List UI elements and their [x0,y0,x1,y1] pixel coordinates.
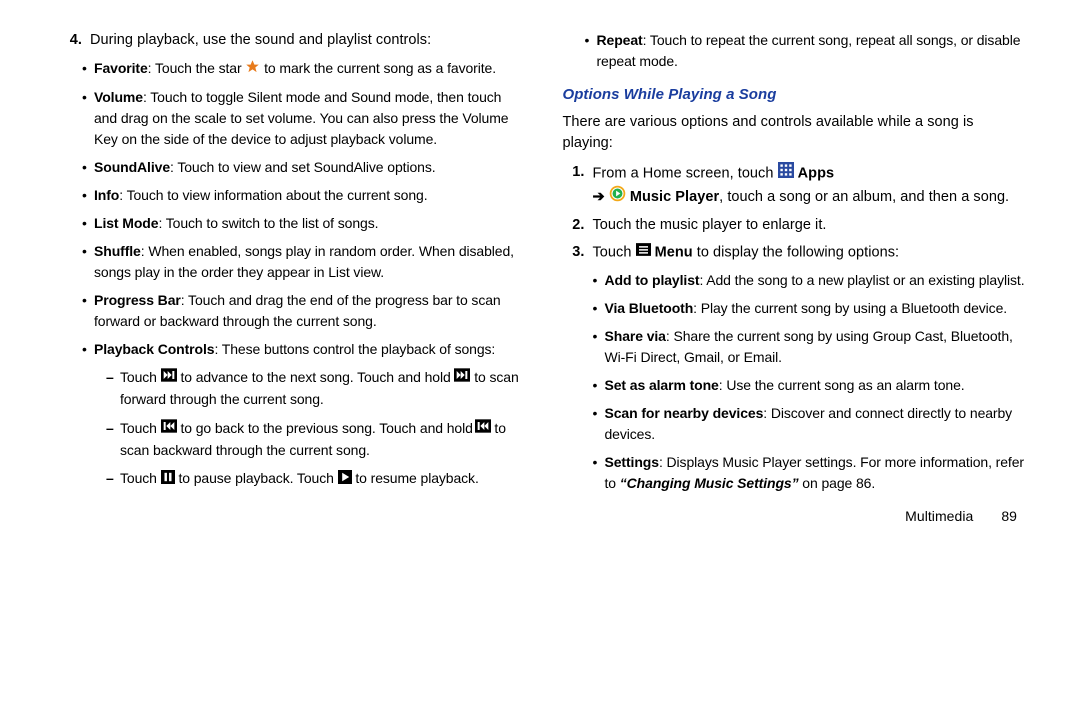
d1-t2: to advance to the next song. Touch and h… [177,369,455,385]
info-label: Info [94,187,119,203]
progress-label: Progress Bar [94,292,181,308]
step-1: 1. From a Home screen, touch Apps ➔ Musi… [563,162,1026,209]
step-2: 2. Touch the music player to enlarge it. [563,215,1026,236]
apps-icon [778,162,794,185]
shuffle-text: : When enabled, songs play in random ord… [94,243,514,280]
b4-label: Set as alarm tone [605,377,719,393]
dash-next: – Touch to advance to the next song. Tou… [106,367,523,411]
d1-t1: Touch [120,369,161,385]
star-icon [245,59,260,80]
dash-prev: – Touch to go back to the previous song.… [106,418,523,462]
next-icon [161,367,177,389]
bullet-add-to-playlist: •Add to playlist: Add the song to a new … [593,270,1026,291]
step-4: 4. During playback, use the sound and pl… [60,30,523,51]
b6-label: Settings [605,454,659,470]
prev-icon [161,418,177,440]
step-4-text: During playback, use the sound and playl… [90,30,431,51]
left-column: 4. During playback, use the sound and pl… [60,30,523,526]
step-number-2: 2. [563,215,585,236]
menu-icon [636,242,651,263]
dash-pause: – Touch to pause playback. Touch to resu… [106,468,523,490]
menu-label: Menu [655,244,693,260]
step-number: 4. [60,30,82,51]
arrow-icon: ➔ [593,189,605,205]
favorite-t1: : Touch the star [148,60,246,76]
b3-text: : Share the current song by using Group … [605,328,1013,365]
listmode-label: List Mode [94,215,158,231]
d2-t1: Touch [120,420,161,436]
b6-ref: “Changing Music Settings” [620,475,799,491]
n1-t1: From a Home screen, touch [593,165,778,181]
bullet-playback: • Playback Controls: These buttons contr… [82,339,523,491]
b2-text: : Play the current song by using a Bluet… [693,300,1007,316]
prev-icon-2 [475,418,491,440]
d2-t2: to go back to the previous song. Touch a… [177,420,477,436]
footer-page: 89 [1001,508,1017,524]
bullet-listmode: • List Mode: Touch to switch to the list… [82,213,523,234]
bullet-favorite: • Favorite: Touch the star to mark the c… [82,58,523,80]
shuffle-label: Shuffle [94,243,141,259]
music-player-icon [609,185,626,209]
b1-label: Add to playlist [605,272,700,288]
b6-t2: on page 86. [799,475,876,491]
favorite-t2: to mark the current song as a favorite. [260,60,496,76]
next-icon-2 [454,367,470,389]
step-3: 3. Touch Menu to display the following o… [563,242,1026,263]
volume-label: Volume [94,89,143,105]
step-number-1: 1. [563,162,585,209]
footer-section: Multimedia [905,508,973,524]
info-text: : Touch to view information about the cu… [119,187,427,203]
music-player-label: Music Player [630,189,719,205]
right-column: • Repeat: Touch to repeat the current so… [563,30,1026,526]
b4-text: : Use the current song as an alarm tone. [719,377,965,393]
bullet-set-alarm: •Set as alarm tone: Use the current song… [593,375,1026,396]
playback-text: : These buttons control the playback of … [214,341,495,357]
n3-t2: to display the following options: [693,244,899,260]
bullet-scan-nearby: •Scan for nearby devices: Discover and c… [593,403,1026,445]
intro-text: There are various options and controls a… [563,112,1026,154]
bullet-share-via: •Share via: Share the current song by us… [593,326,1026,368]
bullet-info: • Info: Touch to view information about … [82,185,523,206]
n3-t1: Touch [593,244,636,260]
d3-t3: to resume playback. [352,470,479,486]
pause-icon [161,469,175,491]
soundalive-text: : Touch to view and set SoundAlive optio… [170,159,436,175]
section-heading: Options While Playing a Song [563,84,1026,106]
b1-text: : Add the song to a new playlist or an e… [699,272,1024,288]
d3-t1: Touch [120,470,161,486]
bullet-volume: • Volume: Touch to toggle Silent mode an… [82,87,523,150]
n2-text: Touch the music player to enlarge it. [593,215,827,236]
play-icon [338,469,352,491]
soundalive-label: SoundAlive [94,159,170,175]
page-footer: Multimedia 89 [563,506,1026,526]
bullet-soundalive: • SoundAlive: Touch to view and set Soun… [82,157,523,178]
bullet-shuffle: • Shuffle: When enabled, songs play in r… [82,241,523,283]
favorite-label: Favorite [94,60,148,76]
b5-label: Scan for nearby devices [605,405,764,421]
d3-t2: to pause playback. Touch [175,470,338,486]
bullet-via-bluetooth: •Via Bluetooth: Play the current song by… [593,298,1026,319]
bullet-repeat: • Repeat: Touch to repeat the current so… [585,30,1026,72]
n1-t3: , touch a song or an album, and then a s… [719,189,1009,205]
volume-text: : Touch to toggle Silent mode and Sound … [94,89,508,147]
playback-label: Playback Controls [94,341,214,357]
step-number-3: 3. [563,242,585,263]
b2-label: Via Bluetooth [605,300,694,316]
bullet-settings: •Settings: Displays Music Player setting… [593,452,1026,494]
repeat-label: Repeat [597,32,643,48]
apps-label: Apps [798,165,834,181]
repeat-text: : Touch to repeat the current song, repe… [597,32,1021,69]
listmode-text: : Touch to switch to the list of songs. [158,215,378,231]
b3-label: Share via [605,328,666,344]
bullet-progress: • Progress Bar: Touch and drag the end o… [82,290,523,332]
